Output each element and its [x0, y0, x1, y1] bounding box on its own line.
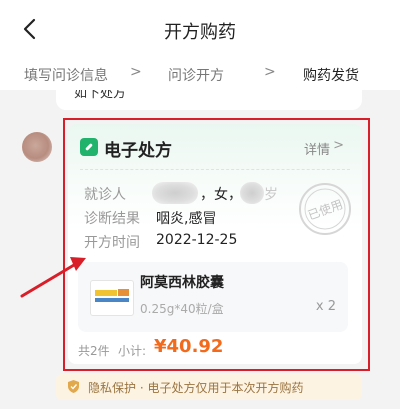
shield-icon	[68, 380, 79, 393]
doctor-avatar	[22, 132, 52, 162]
step-buy-ship: 购药发货	[303, 68, 359, 84]
progress-steps: 填写问诊信息 > 问诊开方 > 购药发货	[0, 60, 400, 90]
previous-message-text: 如下处方	[74, 90, 127, 101]
top-bar: 开方购药	[0, 0, 400, 60]
annotation-highlight-box	[63, 118, 370, 371]
step-consult: 问诊开方	[168, 68, 224, 84]
step-separator: >	[264, 64, 276, 80]
step-fill-info: 填写问诊信息	[24, 68, 108, 84]
privacy-notice: 隐私保护 · 电子处方仅用于本次开方购药	[56, 374, 362, 400]
step-separator: >	[130, 64, 142, 80]
privacy-text: 隐私保护 · 电子处方仅用于本次开方购药	[88, 381, 304, 395]
page-title: 开方购药	[164, 22, 236, 43]
previous-message-card: 如下处方	[56, 90, 362, 110]
